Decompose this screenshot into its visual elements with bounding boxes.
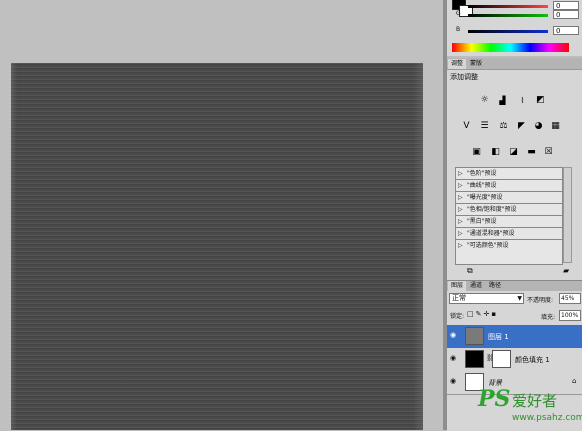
brightness-contrast-icon[interactable]: ☼	[479, 95, 490, 106]
watermark-url: www.psahz.com	[512, 413, 582, 423]
channel-value-input[interactable]: 0	[553, 10, 579, 19]
layer-mask-thumbnail	[492, 350, 511, 368]
preset-item[interactable]: ▷ "色阶"预设	[456, 168, 562, 180]
image-canvas[interactable]	[11, 63, 423, 430]
expand-arrow-icon[interactable]: ▷	[458, 168, 463, 179]
channel-value-input[interactable]: 0	[553, 26, 579, 35]
fill-layer-thumbnail	[465, 350, 484, 368]
watermark-cn: 爱好者	[512, 392, 558, 410]
preset-label: "色相/饱和度"预设	[467, 206, 517, 213]
channel-label: B	[456, 26, 461, 33]
expand-arrow-icon[interactable]: ▷	[458, 192, 463, 203]
curves-icon[interactable]: ⌇	[517, 95, 528, 106]
tab-paths[interactable]: 路径	[486, 281, 504, 291]
lock-all-icon[interactable]: ▪	[491, 310, 498, 318]
preset-label: "通道混和器"预设	[467, 230, 515, 237]
opacity-input[interactable]: 45%	[559, 293, 581, 304]
preset-label: "可选颜色"预设	[467, 242, 509, 249]
adjust-icons-row-2: V ☰ ⚖ ◤ ◕ ▦	[447, 121, 582, 137]
hue-saturation-icon[interactable]: ☰	[479, 121, 490, 132]
preset-item[interactable]: ▷ "通道混和器"预设	[456, 228, 562, 240]
visibility-eye-icon[interactable]: ◉	[450, 355, 459, 362]
preset-item[interactable]: ▷ "黑白"预设	[456, 216, 562, 228]
expand-arrow-icon[interactable]: ▷	[458, 240, 463, 251]
tab-channels[interactable]: 通道	[467, 281, 485, 291]
expand-arrow-icon[interactable]: ▷	[458, 204, 463, 215]
document-workspace	[0, 0, 443, 430]
tab-adjustments[interactable]: 调整	[448, 59, 467, 69]
opacity-label: 不透明度:	[527, 297, 554, 304]
gradient-map-icon[interactable]: ▬	[526, 147, 537, 158]
channel-value-input[interactable]: 0	[553, 1, 579, 10]
layer-row[interactable]: ◉ ⛓ 颜色填充 1	[447, 348, 582, 372]
layer-name: 颜色填充 1	[515, 356, 550, 364]
channel-slider[interactable]	[468, 30, 548, 33]
expand-arrow-icon[interactable]: ▷	[458, 180, 463, 191]
adjust-icons-row-1: ☼ ▟ ⌇ ◩	[447, 95, 582, 111]
channel-slider[interactable]	[468, 14, 548, 17]
adjustments-footer: ⧉ ▰	[447, 265, 582, 277]
vibrance-icon[interactable]: V	[461, 121, 472, 132]
lock-transparency-icon[interactable]: □	[467, 310, 476, 318]
watermark-ps: PS	[478, 386, 511, 412]
layer-row[interactable]: ◉ 图层 1	[447, 325, 582, 349]
color-balance-icon[interactable]: ⚖	[498, 121, 509, 132]
layers-tabs: 图层 通道 路径	[447, 281, 582, 291]
fill-input[interactable]: 100%	[559, 310, 581, 321]
threshold-icon[interactable]: ◪	[508, 147, 519, 158]
lock-icons: □✎✛▪	[467, 310, 498, 318]
invert-icon[interactable]: ▣	[471, 147, 482, 158]
preset-label: "曝光度"预设	[467, 194, 503, 201]
color-channel-g: G 0	[456, 10, 582, 21]
layer-thumbnail	[465, 327, 484, 345]
watermark: PS 爱好者 www.psahz.com	[478, 382, 582, 430]
visibility-eye-icon[interactable]: ◉	[450, 378, 459, 385]
adjustments-tabs: 调整 蒙版	[447, 58, 582, 70]
adjustments-title: 添加调整	[450, 73, 478, 81]
color-spectrum-bar[interactable]	[452, 43, 569, 52]
preset-label: "色阶"预设	[467, 170, 497, 177]
layer-name: 图层 1	[488, 333, 509, 341]
preset-item[interactable]: ▷ "可选颜色"预设	[456, 240, 562, 252]
channel-mixer-icon[interactable]: ▦	[550, 121, 561, 132]
preset-item[interactable]: ▷ "曝光度"预设	[456, 192, 562, 204]
channel-slider[interactable]	[468, 5, 548, 8]
preset-label: "曲线"预设	[467, 182, 497, 189]
tab-masks[interactable]: 蒙版	[467, 59, 485, 69]
channel-label: G	[456, 10, 461, 17]
expand-arrow-icon[interactable]: ▷	[458, 228, 463, 239]
posterize-icon[interactable]: ◧	[490, 147, 501, 158]
preset-item[interactable]: ▷ "色相/饱和度"预设	[456, 204, 562, 216]
fill-label: 填充:	[541, 314, 556, 321]
clip-icon[interactable]: ⧉	[467, 266, 473, 276]
selective-color-icon[interactable]: ☒	[543, 147, 554, 158]
blend-mode-select[interactable]: 正常 ▼	[449, 293, 524, 304]
color-channel-b: B 0	[456, 26, 582, 37]
presets-scrollbar[interactable]	[563, 167, 572, 263]
preset-label: "黑白"预设	[467, 218, 497, 225]
lock-label: 锁定:	[450, 313, 465, 320]
exposure-icon[interactable]: ◩	[535, 95, 546, 106]
visibility-eye-icon[interactable]: ◉	[450, 332, 459, 339]
preset-item[interactable]: ▷ "曲线"预设	[456, 180, 562, 192]
expand-arrow-icon[interactable]: ▷	[458, 216, 463, 227]
levels-icon[interactable]: ▟	[497, 95, 508, 106]
panel-options-icon[interactable]: ▰	[563, 266, 569, 275]
tab-layers[interactable]: 图层	[448, 281, 467, 291]
blend-mode-value: 正常	[452, 294, 466, 302]
lock-pixels-icon[interactable]: ✎	[476, 310, 484, 318]
photo-filter-icon[interactable]: ◕	[533, 121, 544, 132]
adjust-icons-row-3: ▣ ◧ ◪ ▬ ☒	[447, 147, 582, 163]
chevron-down-icon: ▼	[517, 295, 522, 302]
black-white-icon[interactable]: ◤	[516, 121, 527, 132]
adjustment-presets-list: ▷ "色阶"预设 ▷ "曲线"预设 ▷ "曝光度"预设 ▷ "色相/饱和度"预设…	[455, 167, 563, 265]
